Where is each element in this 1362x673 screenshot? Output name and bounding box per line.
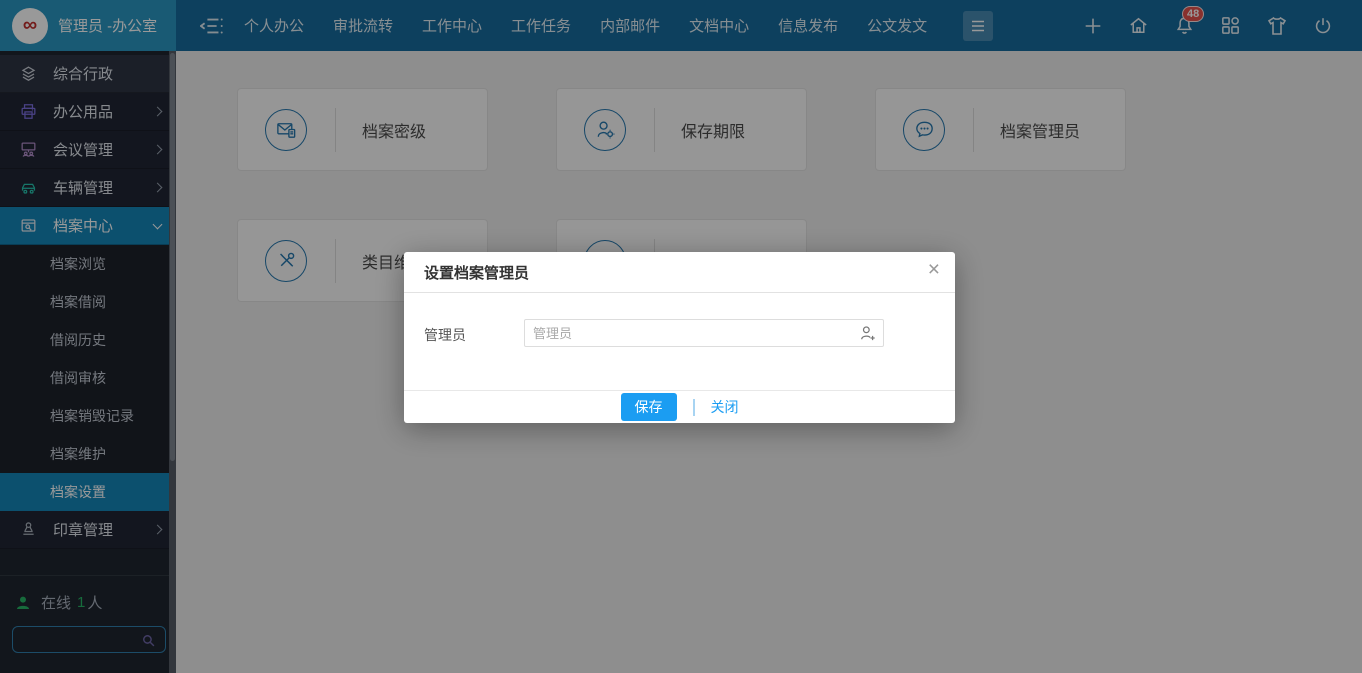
person-add-icon[interactable] <box>858 323 878 343</box>
admin-field-label: 管理员 <box>424 319 524 390</box>
save-button[interactable]: 保存 <box>621 393 677 421</box>
close-link[interactable]: 关闭 <box>711 397 739 417</box>
dialog-footer: 保存 关闭 <box>404 390 955 423</box>
footer-divider <box>693 399 695 416</box>
dialog-body: 管理员 <box>404 293 955 390</box>
dialog-header: 设置档案管理员 × <box>404 252 955 293</box>
set-archive-admin-dialog: 设置档案管理员 × 管理员 保存 关闭 <box>404 252 955 423</box>
admin-input-wrap <box>524 319 884 390</box>
close-icon[interactable]: × <box>928 259 940 280</box>
admin-input[interactable] <box>524 319 884 347</box>
dialog-title: 设置档案管理员 <box>424 262 529 283</box>
